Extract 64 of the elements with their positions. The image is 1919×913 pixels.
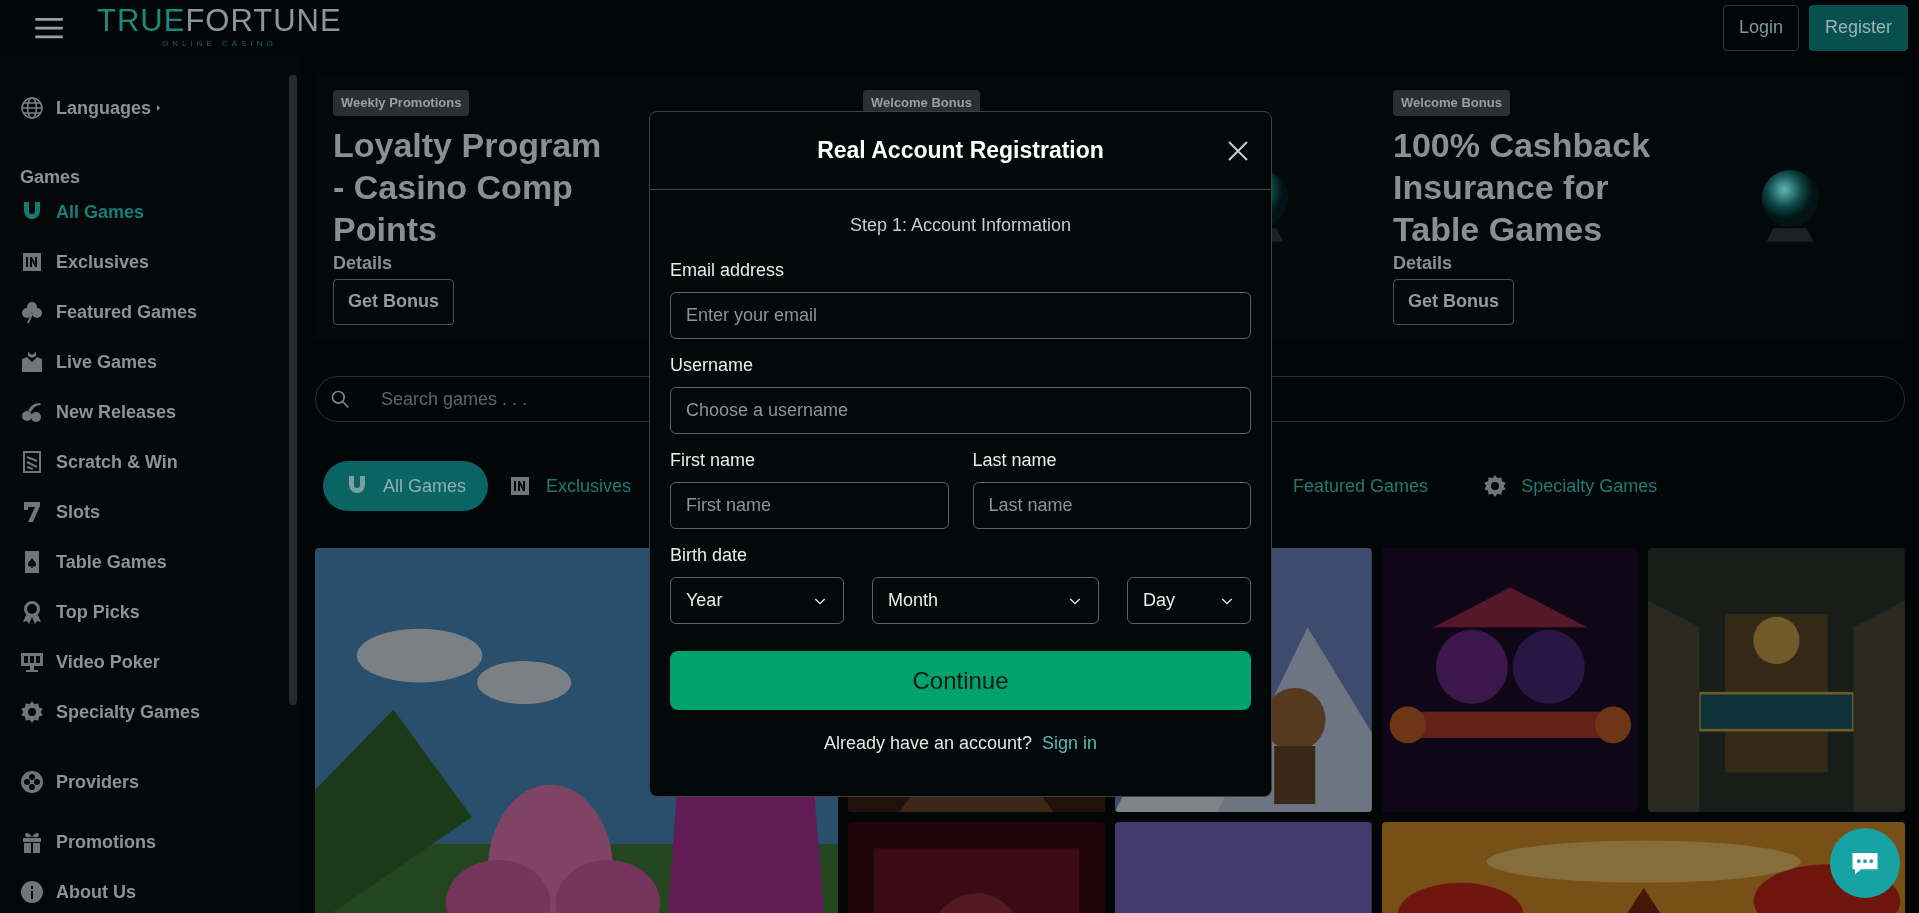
select-field[interactable]: Month [872,577,1099,624]
sidebar-item[interactable]: All Games [56,198,145,226]
details-link[interactable]: Details [1393,249,1905,277]
gift-icon [20,830,44,854]
field-label: Birth date [670,544,749,567]
sidebar-item[interactable]: Live Games [56,348,158,376]
close-icon [1226,139,1250,163]
sidebar-item[interactable]: Exclusives [56,248,150,276]
info-icon [20,880,44,904]
get-bonus-button[interactable]: Get Bonus [333,278,454,325]
monitor-icon [20,650,44,674]
input-field[interactable]: Choose a username [670,387,1251,434]
get-bonus-button[interactable]: Get Bonus [1393,278,1514,325]
category-tab[interactable]: Featured Games [1293,461,1429,511]
footer-text: Already have an account? [823,732,1033,755]
languages-menu[interactable]: Languages [0,93,300,123]
sidebar-item[interactable]: Video Poker [56,648,160,676]
scratch-card-icon [20,450,44,474]
register-button[interactable]: Register [1808,4,1908,51]
gear-icon [1483,474,1508,498]
film-reel-icon [20,770,44,794]
sidebar-item[interactable]: Featured Games [56,298,198,326]
input-field[interactable]: First name [670,482,949,529]
sidebar-item[interactable]: Scratch & Win [56,448,178,476]
continue-button[interactable]: Continue [670,651,1251,710]
award-icon [20,600,44,624]
logo-text: FORTUNE [185,5,342,36]
field-label: Last name [972,449,1058,472]
dialog-title: Real Account Registration [817,136,1104,166]
sidebar-item[interactable]: Specialty Games [56,698,201,726]
cherries-icon [20,400,44,424]
field-label: First name [670,449,757,472]
login-button[interactable]: Login [1722,4,1799,51]
sidebar-item[interactable]: Promotions [56,828,156,856]
promo-badge: Weekly Promotions [333,90,470,116]
category-tab[interactable]: Exclusives [508,461,632,511]
promo-badge: Welcome Bonus [1393,90,1510,116]
sidebar-item[interactable]: Slots [56,498,100,526]
dealer-icon [20,350,44,374]
scrollbar[interactable] [289,75,297,705]
search-icon [330,389,350,409]
input-field[interactable]: Last name [972,482,1251,529]
badge-icon [20,250,44,274]
sidebar-item[interactable]: About Us [56,878,136,906]
sidebar-item[interactable]: Providers [56,768,140,796]
sidebar-item[interactable]: New Releases [56,398,177,426]
select-field[interactable]: Day [1127,577,1251,624]
input-field[interactable]: Enter your email [670,292,1251,339]
section-heading: Games [19,166,82,187]
logo-text: TRUE [97,5,186,36]
promo-title: Loyalty Program - Casino Comp Points [333,124,603,250]
gear-icon [20,700,44,724]
sidebar-item[interactable]: Table Games [56,548,167,576]
step-label: Step 1: Account Information [848,214,1073,237]
field-label: Username [670,354,755,377]
sidebar-item[interactable]: Top Picks [56,598,140,626]
field-label: Email address [670,259,786,282]
select-field[interactable]: Year [670,577,844,624]
promo-title: 100% Cashback Insurance for Table Games [1393,124,1652,250]
logo-tagline: ONLINE CASINO [162,38,277,50]
category-tab[interactable]: Specialty Games [1483,461,1658,511]
clover-icon [20,300,44,324]
sign-in-link[interactable]: Sign in [1042,730,1098,757]
globe-icon [20,96,44,120]
